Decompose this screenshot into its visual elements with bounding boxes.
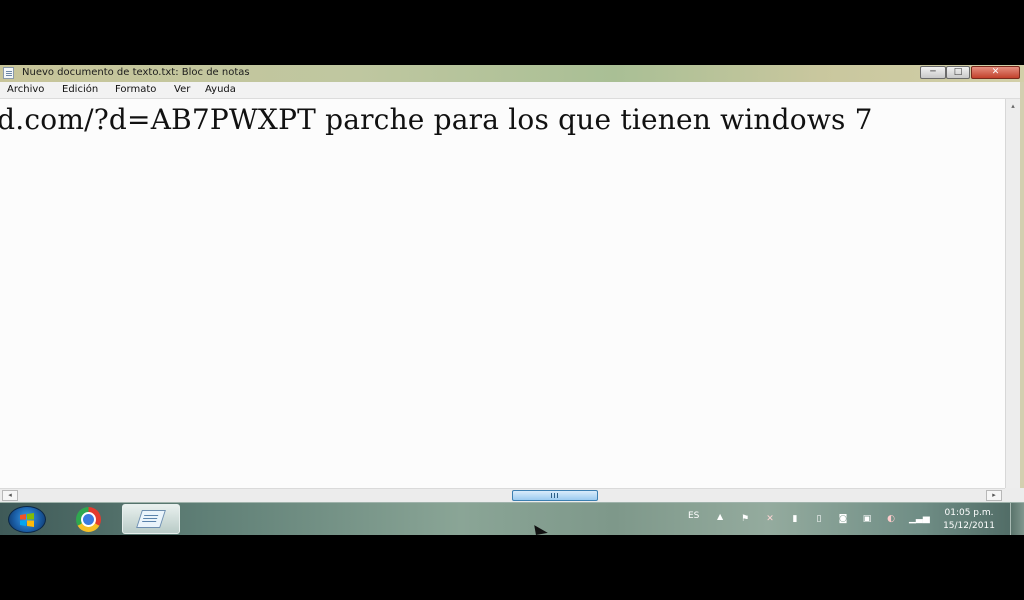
language-indicator[interactable]: ES bbox=[688, 511, 699, 521]
clock-time[interactable]: 01:05 p.m. bbox=[940, 508, 998, 518]
close-button[interactable]: ✕ bbox=[971, 66, 1020, 79]
taskbar-notepad[interactable] bbox=[122, 504, 180, 534]
speaker-muted-icon[interactable]: ◐ bbox=[885, 514, 897, 525]
maximize-button[interactable]: □ bbox=[946, 66, 970, 79]
network-x-icon[interactable]: ✕ bbox=[764, 514, 776, 525]
menu-bar: Archivo Edición Formato Ver Ayuda bbox=[0, 82, 1024, 99]
monitor-icon[interactable]: ▣ bbox=[861, 514, 873, 525]
menu-ver[interactable]: Ver bbox=[174, 84, 190, 95]
flag-icon[interactable]: ⚑ bbox=[739, 514, 751, 525]
minimize-button[interactable]: ─ bbox=[920, 66, 946, 79]
menu-edicion[interactable]: Edición bbox=[62, 84, 98, 95]
title-bar[interactable]: Nuevo documento de texto.txt: Bloc de no… bbox=[0, 65, 1024, 82]
show-desktop-button[interactable] bbox=[1010, 503, 1024, 535]
start-button[interactable] bbox=[8, 506, 46, 533]
windows-logo-icon bbox=[20, 513, 34, 527]
show-hidden-icons-icon[interactable]: ▲ bbox=[717, 512, 723, 521]
battery-icon[interactable]: ▯ bbox=[813, 514, 825, 525]
scroll-left-icon[interactable]: ◂ bbox=[2, 490, 18, 501]
taskbar-chrome[interactable] bbox=[66, 505, 112, 534]
vertical-scrollbar[interactable]: ▴ bbox=[1005, 99, 1020, 488]
menu-archivo[interactable]: Archivo bbox=[7, 84, 44, 95]
taskbar: ES ▲ ⚑ ✕ ▮ ▯ ◙ ▣ ◐ ▁▃▅ 01:05 p.m. 15/12/… bbox=[0, 502, 1024, 535]
scroll-up-icon[interactable]: ▴ bbox=[1008, 101, 1018, 111]
mouse-cursor-icon bbox=[534, 523, 548, 535]
text-editor[interactable]: ıd.com/?d=AB7PWXPT parche para los que t… bbox=[0, 99, 1005, 488]
notepad-icon bbox=[136, 510, 166, 528]
scrollbar-corner bbox=[1005, 488, 1024, 502]
signal-icon[interactable]: ▁▃▅ bbox=[909, 514, 930, 525]
window-frame bbox=[1020, 82, 1024, 511]
window-title: Nuevo documento de texto.txt: Bloc de no… bbox=[22, 67, 250, 78]
menu-formato[interactable]: Formato bbox=[115, 84, 156, 95]
screen: Nuevo documento de texto.txt: Bloc de no… bbox=[0, 65, 1024, 535]
notepad-icon[interactable] bbox=[3, 67, 14, 79]
horizontal-scrollbar[interactable]: ◂ ▸ bbox=[0, 488, 1005, 502]
horizontal-scroll-thumb[interactable] bbox=[511, 490, 598, 501]
usb-icon[interactable]: ▮ bbox=[789, 514, 801, 525]
clock-date[interactable]: 15/12/2011 bbox=[940, 521, 998, 531]
menu-ayuda[interactable]: Ayuda bbox=[205, 84, 236, 95]
device-icon[interactable]: ◙ bbox=[837, 514, 849, 525]
grip-icon bbox=[550, 493, 559, 498]
scroll-right-icon[interactable]: ▸ bbox=[986, 490, 1002, 501]
editor-content[interactable]: ıd.com/?d=AB7PWXPT parche para los que t… bbox=[0, 103, 873, 136]
chrome-icon bbox=[76, 507, 101, 532]
